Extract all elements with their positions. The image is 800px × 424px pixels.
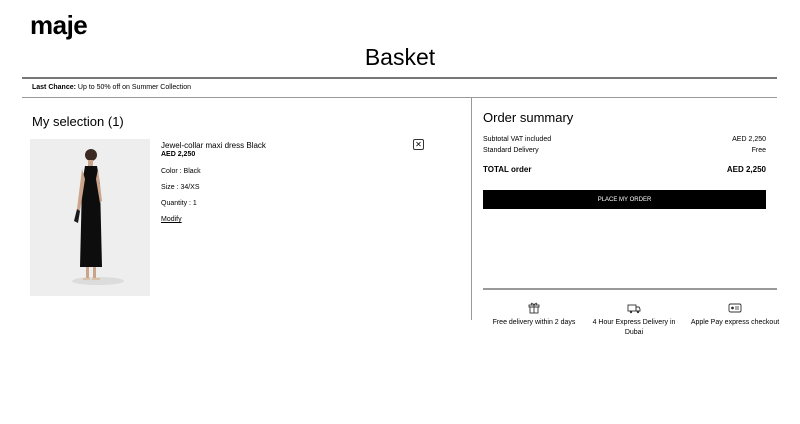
benefit-text: Free delivery within 2 days	[492, 319, 576, 326]
column-divider	[471, 98, 472, 320]
close-icon: ✕	[415, 140, 422, 149]
apple-pay-icon	[728, 303, 742, 313]
total-value: AED 2,250	[726, 165, 766, 174]
benefit-free-delivery: Free delivery within 2 days	[489, 302, 579, 328]
product-color: Color : Black	[161, 168, 201, 175]
benefit-text: Apple Pay express checkout	[690, 319, 780, 326]
header-divider	[22, 77, 777, 79]
gift-box-icon	[528, 302, 540, 314]
product-image[interactable]	[30, 139, 150, 296]
benefit-apple-pay: Apple Pay express checkout	[690, 302, 780, 328]
delivery-truck-icon	[627, 304, 641, 314]
delivery-label: Standard Delivery	[483, 147, 539, 154]
benefit-text: 4 Hour Express Delivery in Dubai	[592, 319, 676, 336]
promo-divider	[22, 97, 777, 98]
modify-link[interactable]: Modify	[161, 216, 182, 223]
place-order-button[interactable]: PLACE MY ORDER	[483, 190, 766, 209]
promo-text: Up to 50% off on Summer Collection	[77, 84, 192, 91]
total-label: TOTAL order	[483, 165, 532, 174]
subtotal-row: Subtotal VAT included AED 2,250	[483, 136, 766, 143]
maje-logo[interactable]: maje	[30, 10, 88, 41]
summary-divider	[483, 288, 777, 290]
dress-model-illustration	[72, 149, 124, 285]
page-title: Basket	[364, 44, 436, 70]
benefit-express-delivery: 4 Hour Express Delivery in Dubai	[589, 302, 679, 338]
product-name[interactable]: Jewel-collar maxi dress Black	[161, 141, 266, 150]
selection-title: My selection (1)	[32, 114, 124, 129]
delivery-value: Free	[751, 147, 766, 154]
total-row: TOTAL order AED 2,250	[483, 165, 766, 174]
product-size: Size : 34/XS	[161, 184, 200, 191]
subtotal-label: Subtotal VAT included	[483, 136, 552, 143]
remove-item-button[interactable]: ✕	[413, 139, 424, 150]
product-price: AED 2,250	[161, 151, 196, 158]
promo-label: Last Chance:	[32, 84, 76, 91]
delivery-row: Standard Delivery Free	[483, 147, 766, 154]
promo-banner: Last Chance: Up to 50% off on Summer Col…	[32, 84, 191, 91]
order-summary-title: Order summary	[483, 110, 574, 125]
subtotal-value: AED 2,250	[732, 136, 766, 143]
product-quantity: Quantity : 1	[161, 200, 197, 207]
